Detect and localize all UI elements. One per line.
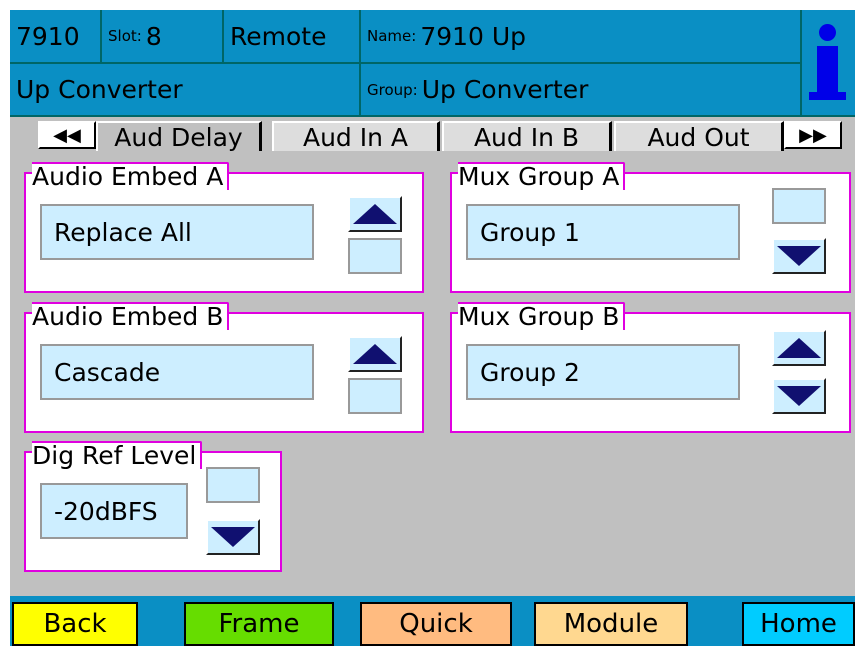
double-left-arrow-icon: ◀◀: [53, 124, 81, 146]
model-cell: 7910: [10, 10, 102, 64]
dig-ref-level-group: Dig Ref Level -20dBFS: [24, 441, 282, 572]
mux-group-a-group: Mux Group A Group 1: [450, 162, 851, 293]
group-value: Up Converter: [421, 75, 589, 104]
name-label: Name:: [367, 27, 417, 45]
slot-cell: Slot: 8: [102, 10, 224, 64]
mux-group-b-group: Mux Group B Group 2: [450, 302, 851, 433]
back-button[interactable]: Back: [12, 602, 138, 646]
audio-embed-b-label: Audio Embed B: [32, 302, 230, 330]
audio-embed-b-down-button-disabled: [348, 378, 402, 414]
home-button[interactable]: Home: [742, 602, 855, 646]
up-arrow-icon: [353, 204, 397, 224]
up-arrow-icon: [353, 344, 397, 364]
audio-embed-a-up-button[interactable]: [348, 196, 402, 232]
double-right-arrow-icon: ▶▶: [799, 124, 827, 146]
module-type-cell: Up Converter: [10, 64, 361, 117]
model-label: 7910: [16, 21, 80, 51]
group-label: Group:: [367, 80, 418, 99]
mode-label: Remote: [230, 21, 327, 51]
dig-ref-level-up-button-disabled: [206, 467, 260, 503]
audio-embed-b-up-button[interactable]: [348, 336, 402, 372]
dig-ref-level-value[interactable]: -20dBFS: [40, 483, 188, 539]
mode-cell: Remote: [224, 10, 361, 64]
tab-scroll-left-button[interactable]: ◀◀: [38, 121, 96, 149]
dig-ref-level-label: Dig Ref Level: [32, 441, 203, 469]
mux-group-a-value[interactable]: Group 1: [466, 204, 740, 260]
down-arrow-icon: [211, 527, 255, 547]
name-value: 7910 Up: [420, 21, 527, 51]
info-button[interactable]: [802, 10, 855, 117]
audio-embed-a-label: Audio Embed A: [32, 162, 230, 190]
name-cell: Name: 7910 Up: [361, 10, 802, 64]
tab-aud-out[interactable]: Aud Out: [614, 121, 784, 152]
audio-embed-a-value[interactable]: Replace All: [40, 204, 314, 260]
mux-group-a-label: Mux Group A: [458, 162, 626, 190]
mux-group-b-value[interactable]: Group 2: [466, 344, 740, 400]
module-type-label: Up Converter: [16, 75, 183, 104]
tab-scroll-right-button[interactable]: ▶▶: [784, 121, 842, 149]
info-icon: [819, 24, 836, 41]
down-arrow-icon: [777, 246, 821, 266]
mux-group-b-label: Mux Group B: [458, 302, 626, 330]
tab-aud-delay[interactable]: Aud Delay: [96, 121, 262, 152]
slot-label: Slot:: [108, 27, 142, 45]
quick-button[interactable]: Quick: [360, 602, 512, 646]
slot-value: 8: [145, 21, 162, 51]
audio-embed-a-group: Audio Embed A Replace All: [24, 162, 424, 293]
audio-embed-b-value[interactable]: Cascade: [40, 344, 314, 400]
audio-embed-b-group: Audio Embed B Cascade: [24, 302, 424, 433]
group-cell: Group: Up Converter: [361, 64, 802, 117]
frame-button[interactable]: Frame: [184, 602, 334, 646]
dig-ref-level-down-button[interactable]: [206, 519, 260, 555]
tab-aud-in-b[interactable]: Aud In B: [442, 121, 612, 152]
control-panel-screen: 7910 Slot: 8 Remote Name: 7910 Up Up Con…: [10, 10, 855, 646]
mux-group-a-up-button-disabled: [772, 188, 826, 224]
up-arrow-icon: [777, 338, 821, 358]
mux-group-b-down-button[interactable]: [772, 378, 826, 414]
down-arrow-icon: [777, 386, 821, 406]
module-button[interactable]: Module: [534, 602, 688, 646]
mux-group-b-up-button[interactable]: [772, 330, 826, 366]
audio-embed-a-down-button-disabled: [348, 238, 402, 274]
mux-group-a-down-button[interactable]: [772, 238, 826, 274]
tab-aud-in-a[interactable]: Aud In A: [272, 121, 440, 152]
